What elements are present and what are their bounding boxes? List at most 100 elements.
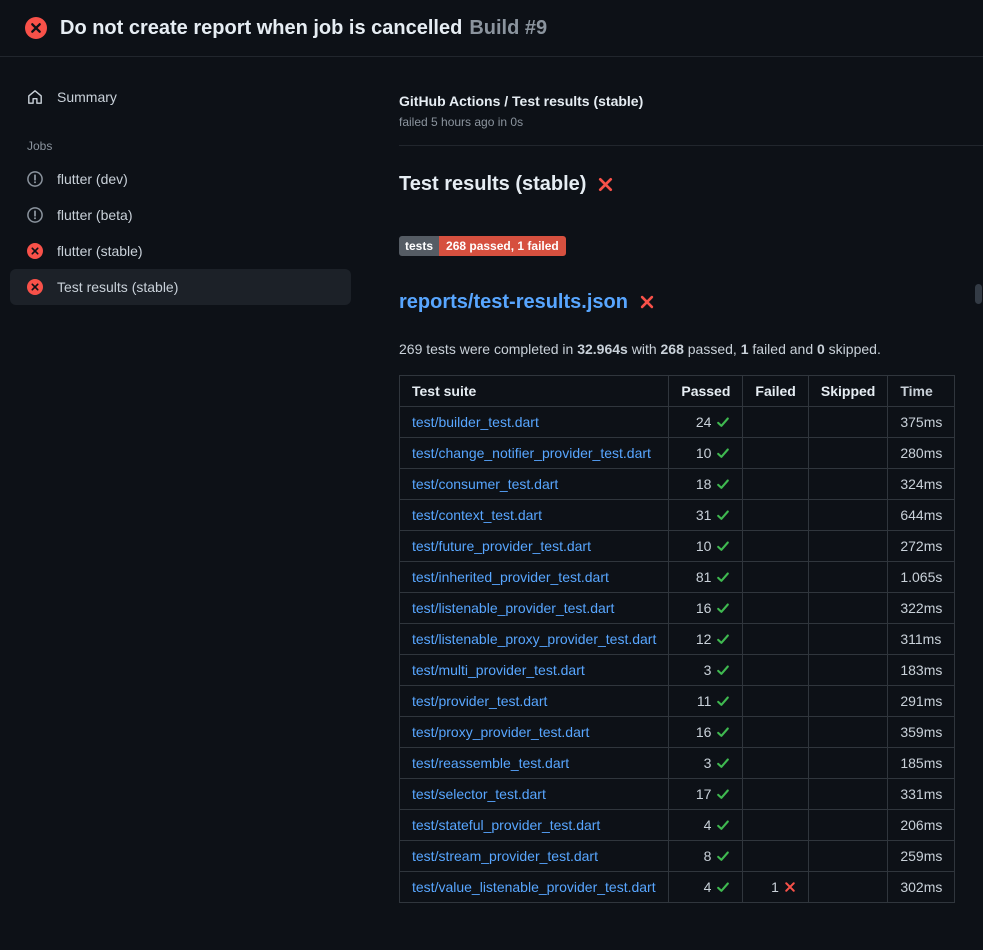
suite-cell: test/proxy_provider_test.dart	[400, 716, 669, 747]
scrollbar-thumb[interactable]	[975, 284, 982, 304]
passed-cell: 18	[669, 468, 743, 499]
home-icon	[27, 89, 43, 105]
suite-cell: test/change_notifier_provider_test.dart	[400, 437, 669, 468]
suite-link[interactable]: test/provider_test.dart	[412, 693, 547, 709]
suite-link[interactable]: test/change_notifier_provider_test.dart	[412, 445, 651, 461]
summary-part: with	[628, 341, 661, 357]
suite-link[interactable]: test/builder_test.dart	[412, 414, 539, 430]
suite-link[interactable]: test/value_listenable_provider_test.dart	[412, 879, 656, 895]
check-icon	[716, 601, 730, 615]
table-row: test/context_test.dart31644ms	[400, 499, 955, 530]
time-cell: 272ms	[888, 530, 955, 561]
table-row: test/consumer_test.dart18324ms	[400, 468, 955, 499]
skipped-cell	[808, 716, 887, 747]
suite-link[interactable]: test/stateful_provider_test.dart	[412, 817, 600, 833]
summary-part: 269 tests were completed in	[399, 341, 577, 357]
suite-cell: test/listenable_proxy_provider_test.dart	[400, 623, 669, 654]
suite-link[interactable]: test/inherited_provider_test.dart	[412, 569, 609, 585]
suite-link[interactable]: test/context_test.dart	[412, 507, 542, 523]
page-title: Do not create report when job is cancell…	[60, 17, 547, 40]
x-circle-icon	[27, 279, 43, 295]
failed-cell	[743, 530, 808, 561]
col-header-time: Time	[888, 375, 955, 406]
badge-value: 268 passed, 1 failed	[439, 236, 566, 256]
passed-cell: 10	[669, 437, 743, 468]
suite-cell: test/consumer_test.dart	[400, 468, 669, 499]
time-cell: 311ms	[888, 623, 955, 654]
suite-link[interactable]: test/multi_provider_test.dart	[412, 662, 585, 678]
table-row: test/change_notifier_provider_test.dart 1…	[400, 437, 955, 468]
skipped-cell	[808, 778, 887, 809]
suite-link[interactable]: test/stream_provider_test.dart	[412, 848, 598, 864]
failed-cell: 1	[743, 871, 808, 902]
col-header-passed: Passed	[669, 375, 743, 406]
table-row: test/multi_provider_test.dart3183ms	[400, 654, 955, 685]
table-row: test/proxy_provider_test.dart16359ms	[400, 716, 955, 747]
table-row: test/future_provider_test.dart10272ms	[400, 530, 955, 561]
suite-cell: test/value_listenable_provider_test.dart	[400, 871, 669, 902]
passed-cell: 17	[669, 778, 743, 809]
suite-cell: test/stream_provider_test.dart	[400, 840, 669, 871]
failed-cell	[743, 654, 808, 685]
skipped-cell	[808, 623, 887, 654]
passed-count: 24	[696, 414, 712, 430]
sidebar-job-flutter-stable[interactable]: flutter (stable)	[10, 233, 351, 269]
header: Do not create report when job is cancell…	[0, 0, 983, 57]
passed-cell: 4	[669, 871, 743, 902]
suite-link[interactable]: test/consumer_test.dart	[412, 476, 558, 492]
sidebar-item-summary[interactable]: Summary	[10, 79, 351, 115]
suite-link[interactable]: test/future_provider_test.dart	[412, 538, 591, 554]
skipped-cell	[808, 685, 887, 716]
summary-part: passed,	[684, 341, 741, 357]
check-icon	[716, 818, 730, 832]
col-header-test-suite: Test suite	[400, 375, 669, 406]
passed-cell: 8	[669, 840, 743, 871]
passed-cell: 3	[669, 747, 743, 778]
check-icon	[716, 539, 730, 553]
suite-cell: test/provider_test.dart	[400, 685, 669, 716]
neutral-icon	[27, 207, 43, 223]
report-title-link[interactable]: reports/test-results.json	[399, 291, 955, 314]
results-table: Test suite Passed Failed Skipped Time te…	[399, 375, 955, 903]
time-cell: 322ms	[888, 592, 955, 623]
skipped-cell	[808, 654, 887, 685]
job-label: flutter (stable)	[57, 243, 143, 259]
table-body: test/builder_test.dart24375mstest/change…	[400, 406, 955, 902]
passed-count: 16	[696, 724, 712, 740]
table-row: test/reassemble_test.dart3185ms	[400, 747, 955, 778]
passed-cell: 31	[669, 499, 743, 530]
check-icon	[716, 415, 730, 429]
suite-cell: test/inherited_provider_test.dart	[400, 561, 669, 592]
skipped-cell	[808, 406, 887, 437]
suite-link[interactable]: test/proxy_provider_test.dart	[412, 724, 589, 740]
suite-cell: test/future_provider_test.dart	[400, 530, 669, 561]
table-row: test/listenable_proxy_provider_test.dart…	[400, 623, 955, 654]
skipped-cell	[808, 871, 887, 902]
check-icon	[716, 446, 730, 460]
passed-count: 18	[696, 476, 712, 492]
main-content: GitHub Actions / Test results (stable) f…	[361, 57, 983, 950]
suite-cell: test/selector_test.dart	[400, 778, 669, 809]
suite-link[interactable]: test/selector_test.dart	[412, 786, 546, 802]
sidebar-job-flutter-beta[interactable]: flutter (beta)	[10, 197, 351, 233]
jobs-list: flutter (dev)flutter (beta) flutter (stab…	[10, 161, 351, 305]
sidebar-summary-label: Summary	[57, 89, 117, 105]
suite-link[interactable]: test/listenable_provider_test.dart	[412, 600, 614, 616]
suite-link[interactable]: test/reassemble_test.dart	[412, 755, 569, 771]
sidebar-job-flutter-dev[interactable]: flutter (dev)	[10, 161, 351, 197]
section-title-label: Test results (stable)	[399, 173, 586, 196]
check-icon	[716, 508, 730, 522]
skipped-cell	[808, 530, 887, 561]
check-icon	[716, 663, 730, 677]
neutral-icon	[27, 171, 43, 187]
passed-cell: 16	[669, 592, 743, 623]
failed-cell	[743, 747, 808, 778]
status-line: failed 5 hours ago in 0s	[399, 115, 955, 129]
suite-cell: test/stateful_provider_test.dart	[400, 809, 669, 840]
sidebar-job-test-results-stable[interactable]: Test results (stable)	[10, 269, 351, 305]
passed-count: 11	[697, 693, 712, 709]
summary-part: failed and	[749, 341, 818, 357]
skipped-cell	[808, 468, 887, 499]
table-row: test/stateful_provider_test.dart4206ms	[400, 809, 955, 840]
suite-link[interactable]: test/listenable_proxy_provider_test.dart	[412, 631, 656, 647]
